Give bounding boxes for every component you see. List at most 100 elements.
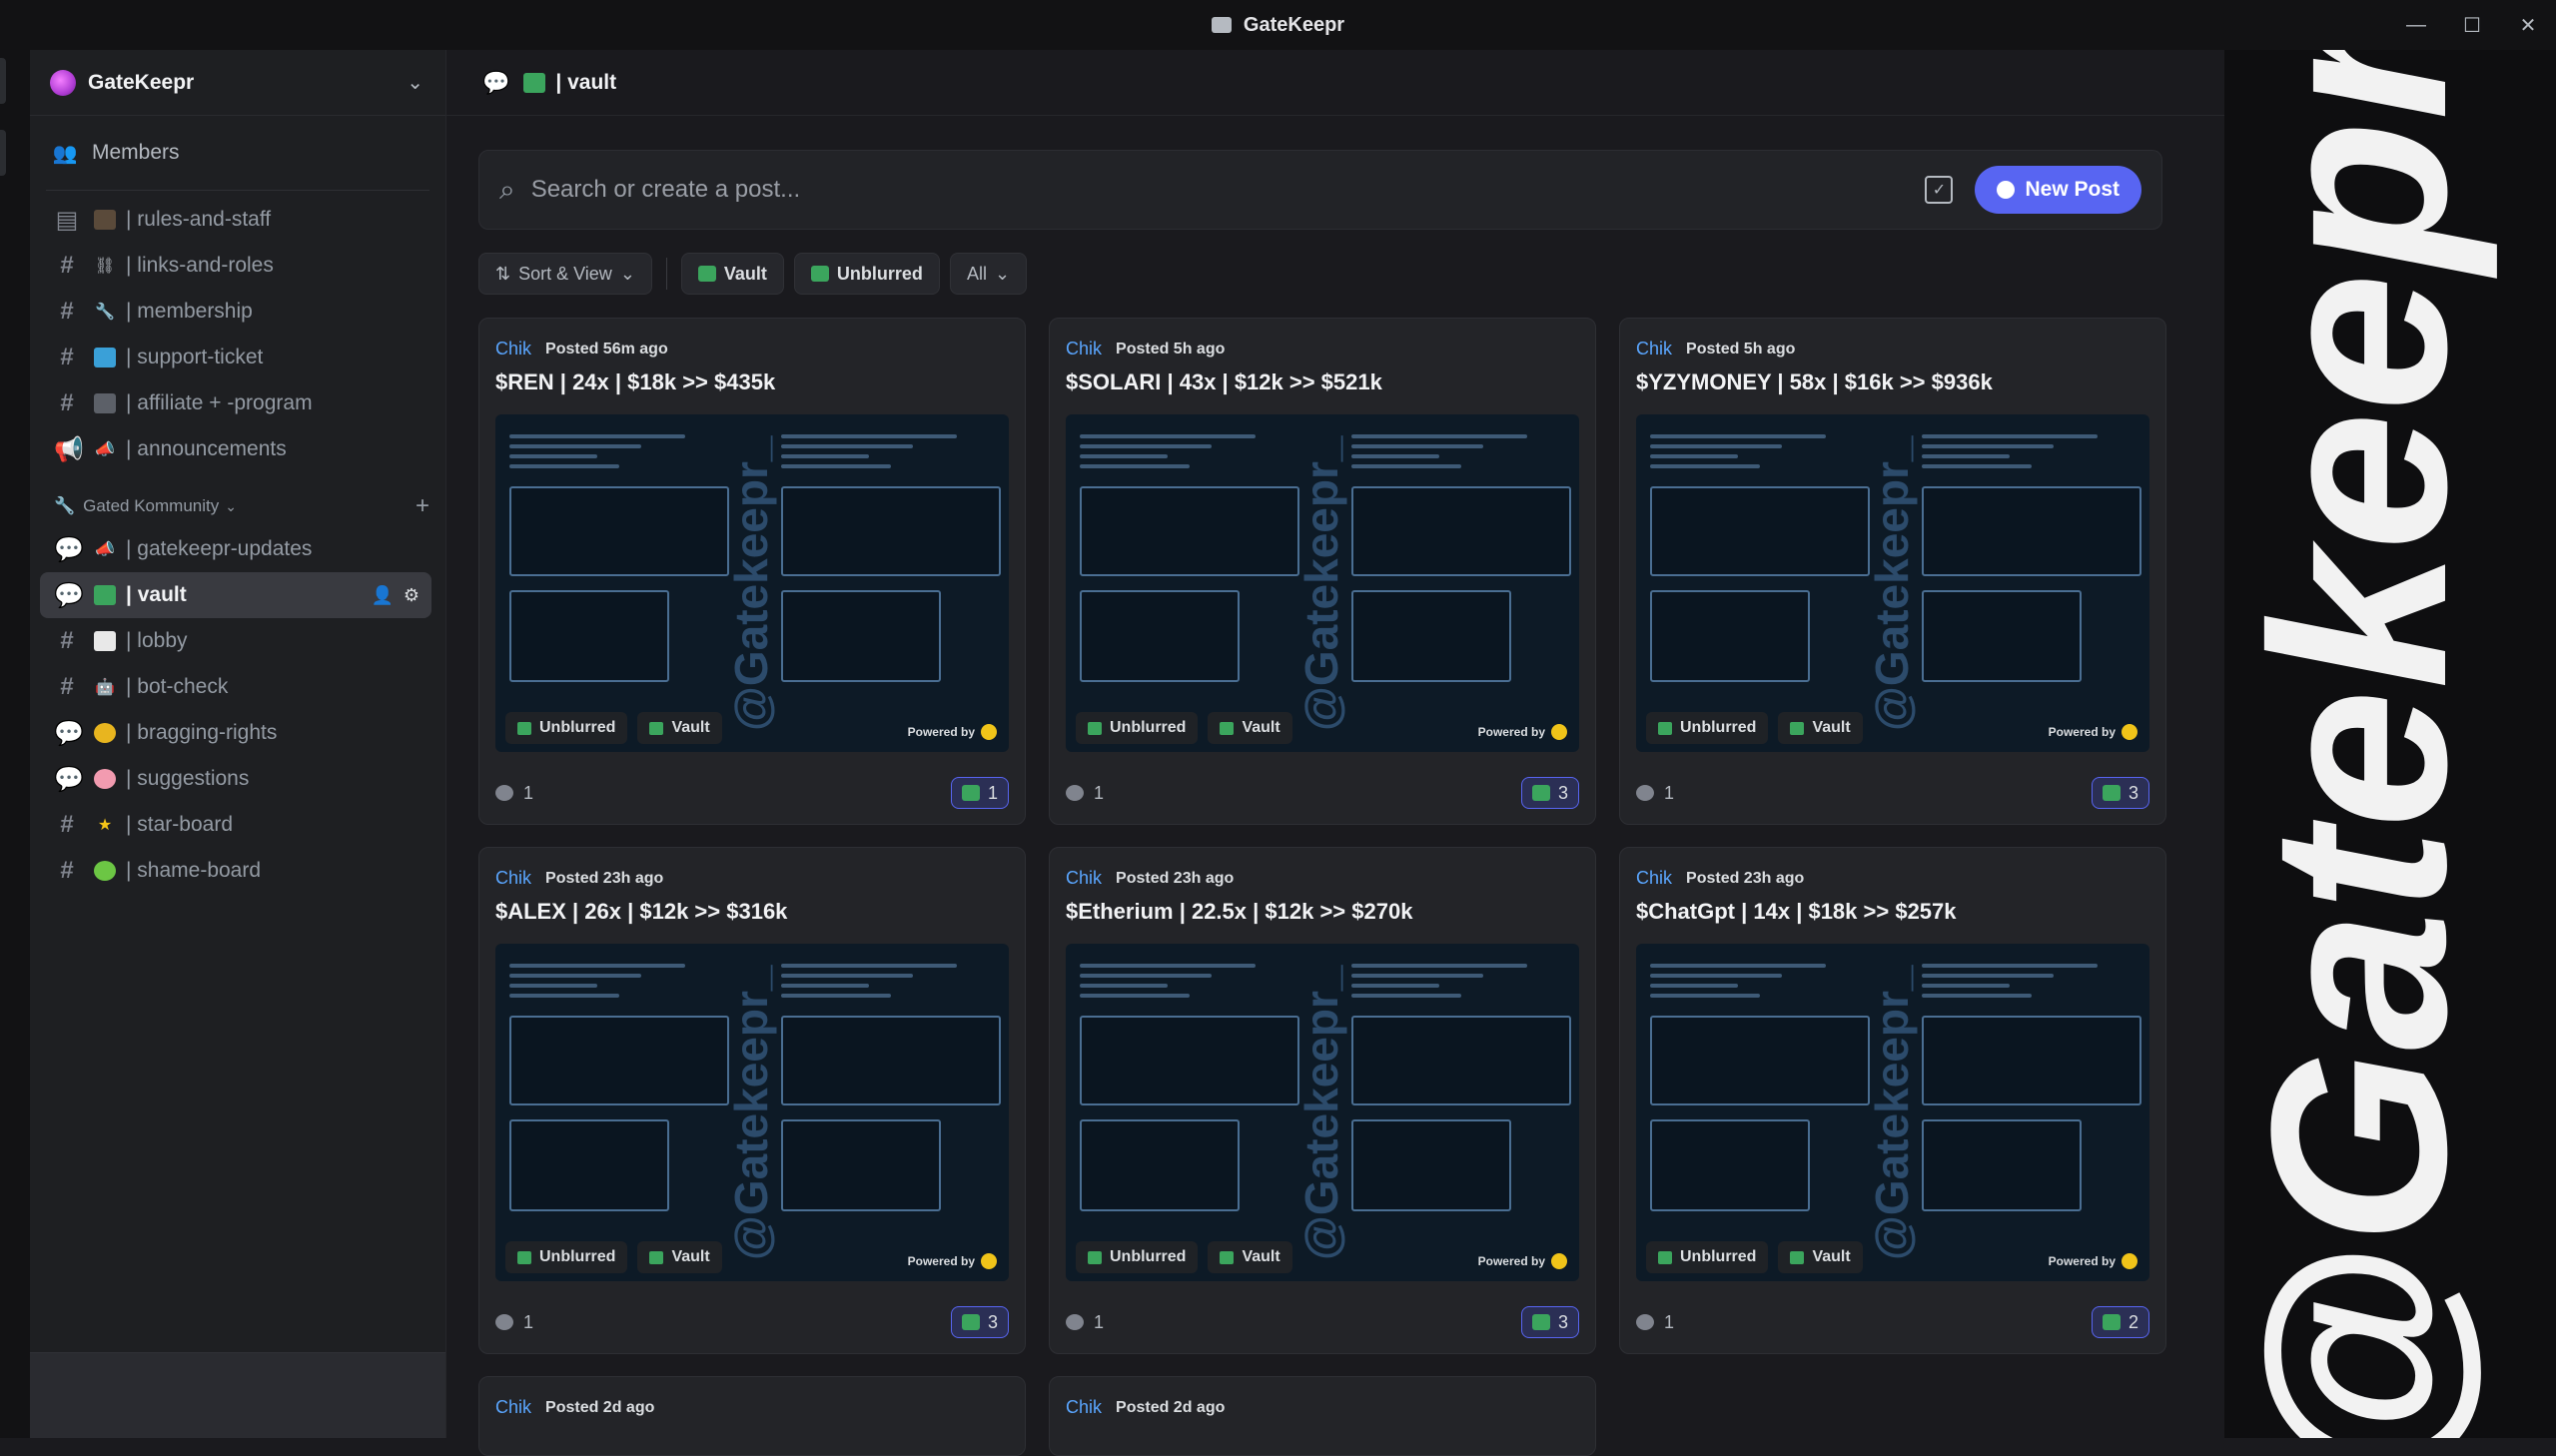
- post-author[interactable]: Chik: [1636, 868, 1672, 889]
- post-card[interactable]: Chik Posted 23h ago $Etherium | 22.5x | …: [1049, 847, 1596, 1354]
- reply-count-value: 1: [1094, 1311, 1105, 1332]
- search-input[interactable]: [530, 176, 1926, 204]
- post-thumbnail[interactable]: @Gatekeepr_ Unblurred Vault Powered by: [1636, 944, 2149, 1281]
- tag-vault[interactable]: Vault: [1778, 712, 1863, 744]
- post-author[interactable]: Chik: [1066, 339, 1102, 360]
- hash-icon: #: [60, 344, 74, 370]
- gear-icon[interactable]: ⚙: [404, 585, 420, 606]
- reply-count: 1: [495, 783, 533, 804]
- tag-label: Unblurred: [539, 1248, 616, 1265]
- post-author[interactable]: Chik: [1066, 1397, 1102, 1418]
- category-gated-kommunity[interactable]: 🔧 Gated Kommunity ⌄ +: [30, 486, 445, 526]
- tag-vault[interactable]: Vault: [1778, 1241, 1863, 1273]
- post-author[interactable]: Chik: [1636, 339, 1672, 360]
- reaction-button[interactable]: 2: [2091, 1306, 2149, 1338]
- tag-filter-unblurred[interactable]: Unblurred: [793, 253, 940, 295]
- reaction-button[interactable]: 3: [2091, 777, 2149, 809]
- post-author[interactable]: Chik: [495, 868, 531, 889]
- minimize-icon[interactable]: —: [2388, 0, 2444, 50]
- server-icon: [50, 69, 76, 96]
- post-timestamp: Posted 2d ago: [545, 1398, 655, 1416]
- channel-vault[interactable]: 💬 | vault 👤 ⚙: [40, 572, 431, 618]
- tag-vault[interactable]: Vault: [1208, 712, 1292, 744]
- channel-membership[interactable]: # 🔧 | membership: [40, 289, 431, 335]
- post-card[interactable]: Chik Posted 23h ago $ALEX | 26x | $12k >…: [478, 847, 1026, 1354]
- post-card[interactable]: Chik Posted 5h ago $SOLARI | 43x | $12k …: [1049, 318, 1596, 825]
- tag-unblurred[interactable]: Unblurred: [505, 712, 628, 744]
- reaction-button[interactable]: 3: [1520, 1306, 1579, 1338]
- channel-bot-check[interactable]: # 🤖 | bot-check: [40, 664, 431, 710]
- post-thumbnail[interactable]: @Gatekeepr_ Unblurred Vault Powered by: [495, 414, 1009, 752]
- post-thumbnail[interactable]: @Gatekeepr_ Unblurred Vault Powered by: [1066, 944, 1579, 1281]
- post-author[interactable]: Chik: [1066, 868, 1102, 889]
- channel-lobby[interactable]: # | lobby: [40, 618, 431, 664]
- post-footer: 1 3: [1066, 1305, 1579, 1339]
- channel-label: | rules-and-staff: [126, 208, 272, 231]
- members-icon: 👥: [52, 142, 78, 165]
- chat-bubble-icon: [1997, 181, 2016, 199]
- channel-label: | membership: [126, 300, 253, 323]
- screenshot-pane: [509, 428, 729, 746]
- post-thumbnail[interactable]: @Gatekeepr_ Unblurred Vault Powered by: [1066, 414, 1579, 752]
- new-post-button[interactable]: New Post: [1975, 166, 2141, 214]
- post-card[interactable]: Chik Posted 23h ago $ChatGpt | 14x | $18…: [1619, 847, 2166, 1354]
- reaction-button[interactable]: 1: [950, 777, 1009, 809]
- sort-view-button[interactable]: ⇅ Sort & View ⌄: [478, 253, 652, 295]
- channel-affiliate-program[interactable]: # | affiliate + -program: [40, 380, 431, 426]
- members-link[interactable]: 👥 Members: [30, 124, 445, 182]
- vault-icon: [1088, 1250, 1102, 1264]
- channel-star-board[interactable]: # ★ | star-board: [40, 802, 431, 848]
- add-member-icon[interactable]: 👤: [371, 585, 393, 606]
- post-footer: 1 3: [1636, 776, 2149, 810]
- post-card[interactable]: Chik Posted 2d ago: [1049, 1376, 1596, 1456]
- sidebar-divider: [46, 190, 429, 191]
- channel-gatekeepr-updates[interactable]: 💬 📣 | gatekeepr-updates: [40, 526, 431, 572]
- post-card[interactable]: Chik Posted 2d ago: [478, 1376, 1026, 1456]
- channel-links-and-roles[interactable]: # ⛓ | links-and-roles: [40, 243, 431, 289]
- hash-icon: #: [60, 298, 74, 325]
- tag-vault[interactable]: Vault: [1208, 1241, 1292, 1273]
- server-pill[interactable]: [0, 130, 6, 176]
- tag-unblurred[interactable]: Unblurred: [1646, 1241, 1769, 1273]
- channel-suggestions[interactable]: 💬 | suggestions: [40, 756, 431, 802]
- channel-label: | bragging-rights: [126, 721, 278, 744]
- channel-shame-board[interactable]: # | shame-board: [40, 848, 431, 894]
- speech-bubble-icon: [94, 631, 116, 651]
- reaction-button[interactable]: 3: [1520, 777, 1579, 809]
- close-icon[interactable]: ✕: [2500, 0, 2556, 50]
- reaction-button[interactable]: 3: [950, 1306, 1009, 1338]
- powered-by: Powered by: [1478, 724, 1567, 740]
- ticket-icon: [94, 348, 116, 367]
- tag-unblurred[interactable]: Unblurred: [1076, 1241, 1199, 1273]
- tag-filter-vault[interactable]: Vault: [680, 253, 784, 295]
- post-timestamp: Posted 56m ago: [545, 340, 668, 358]
- screenshot-pane: [781, 428, 1001, 746]
- post-thumbnail[interactable]: @Gatekeepr_ Unblurred Vault Powered by: [495, 944, 1009, 1281]
- post-author[interactable]: Chik: [495, 339, 531, 360]
- checklist-icon[interactable]: ✓: [1925, 176, 1954, 204]
- server-pill[interactable]: [0, 58, 6, 104]
- server-header[interactable]: GateKeepr ⌄: [30, 50, 445, 116]
- post-tags: Unblurred Vault: [1646, 1241, 1863, 1273]
- tag-vault[interactable]: Vault: [637, 712, 722, 744]
- post-title: $SOLARI | 43x | $12k >> $521k: [1066, 369, 1382, 394]
- post-thumbnail[interactable]: @Gatekeepr_ Unblurred Vault Powered by: [1636, 414, 2149, 752]
- post-card[interactable]: Chik Posted 56m ago $REN | 24x | $18k >>…: [478, 318, 1026, 825]
- reply-count: 1: [1636, 1312, 1674, 1333]
- tag-unblurred[interactable]: Unblurred: [1076, 712, 1199, 744]
- channel-rules-and-staff[interactable]: ▤ | rules-and-staff: [40, 197, 431, 243]
- tag-unblurred[interactable]: Unblurred: [1646, 712, 1769, 744]
- chevron-down-icon[interactable]: ⌄: [407, 70, 424, 95]
- channel-support-ticket[interactable]: # | support-ticket: [40, 335, 431, 380]
- maximize-icon[interactable]: ☐: [2444, 0, 2500, 50]
- channel-bragging-rights[interactable]: 💬 | bragging-rights: [40, 710, 431, 756]
- screenshot-pane: [1650, 428, 1870, 746]
- tag-vault[interactable]: Vault: [637, 1241, 722, 1273]
- channel-announcements[interactable]: 📢 📣 | announcements: [40, 426, 431, 472]
- all-tags-dropdown[interactable]: All ⌄: [949, 253, 1028, 295]
- add-channel-icon[interactable]: +: [416, 492, 429, 520]
- post-card[interactable]: Chik Posted 5h ago $YZYMONEY | 58x | $16…: [1619, 318, 2166, 825]
- tag-unblurred[interactable]: Unblurred: [505, 1241, 628, 1273]
- post-author[interactable]: Chik: [495, 1397, 531, 1418]
- reaction-count: 2: [2128, 1311, 2138, 1332]
